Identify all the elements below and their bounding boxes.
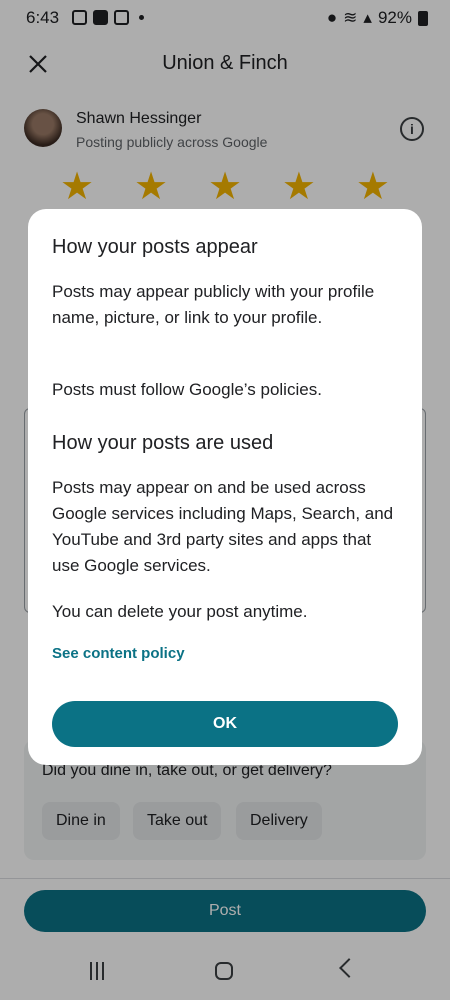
content-policy-link[interactable]: See content policy: [52, 645, 185, 662]
dialog-para-policies: Posts must follow Google’s policies.: [52, 380, 322, 399]
dialog-para-delete: You can delete your post anytime.: [52, 602, 308, 621]
posts-info-dialog: How your posts appear Posts may appear p…: [28, 209, 422, 765]
dialog-heading-used: How your posts are used: [52, 432, 274, 454]
dialog-para-appear: Posts may appear publicly with your prof…: [52, 282, 375, 327]
dialog-heading-appear: How your posts appear: [52, 236, 258, 258]
ok-button[interactable]: OK: [52, 701, 398, 747]
dialog-para-used: Posts may appear on and be used across G…: [52, 478, 394, 575]
